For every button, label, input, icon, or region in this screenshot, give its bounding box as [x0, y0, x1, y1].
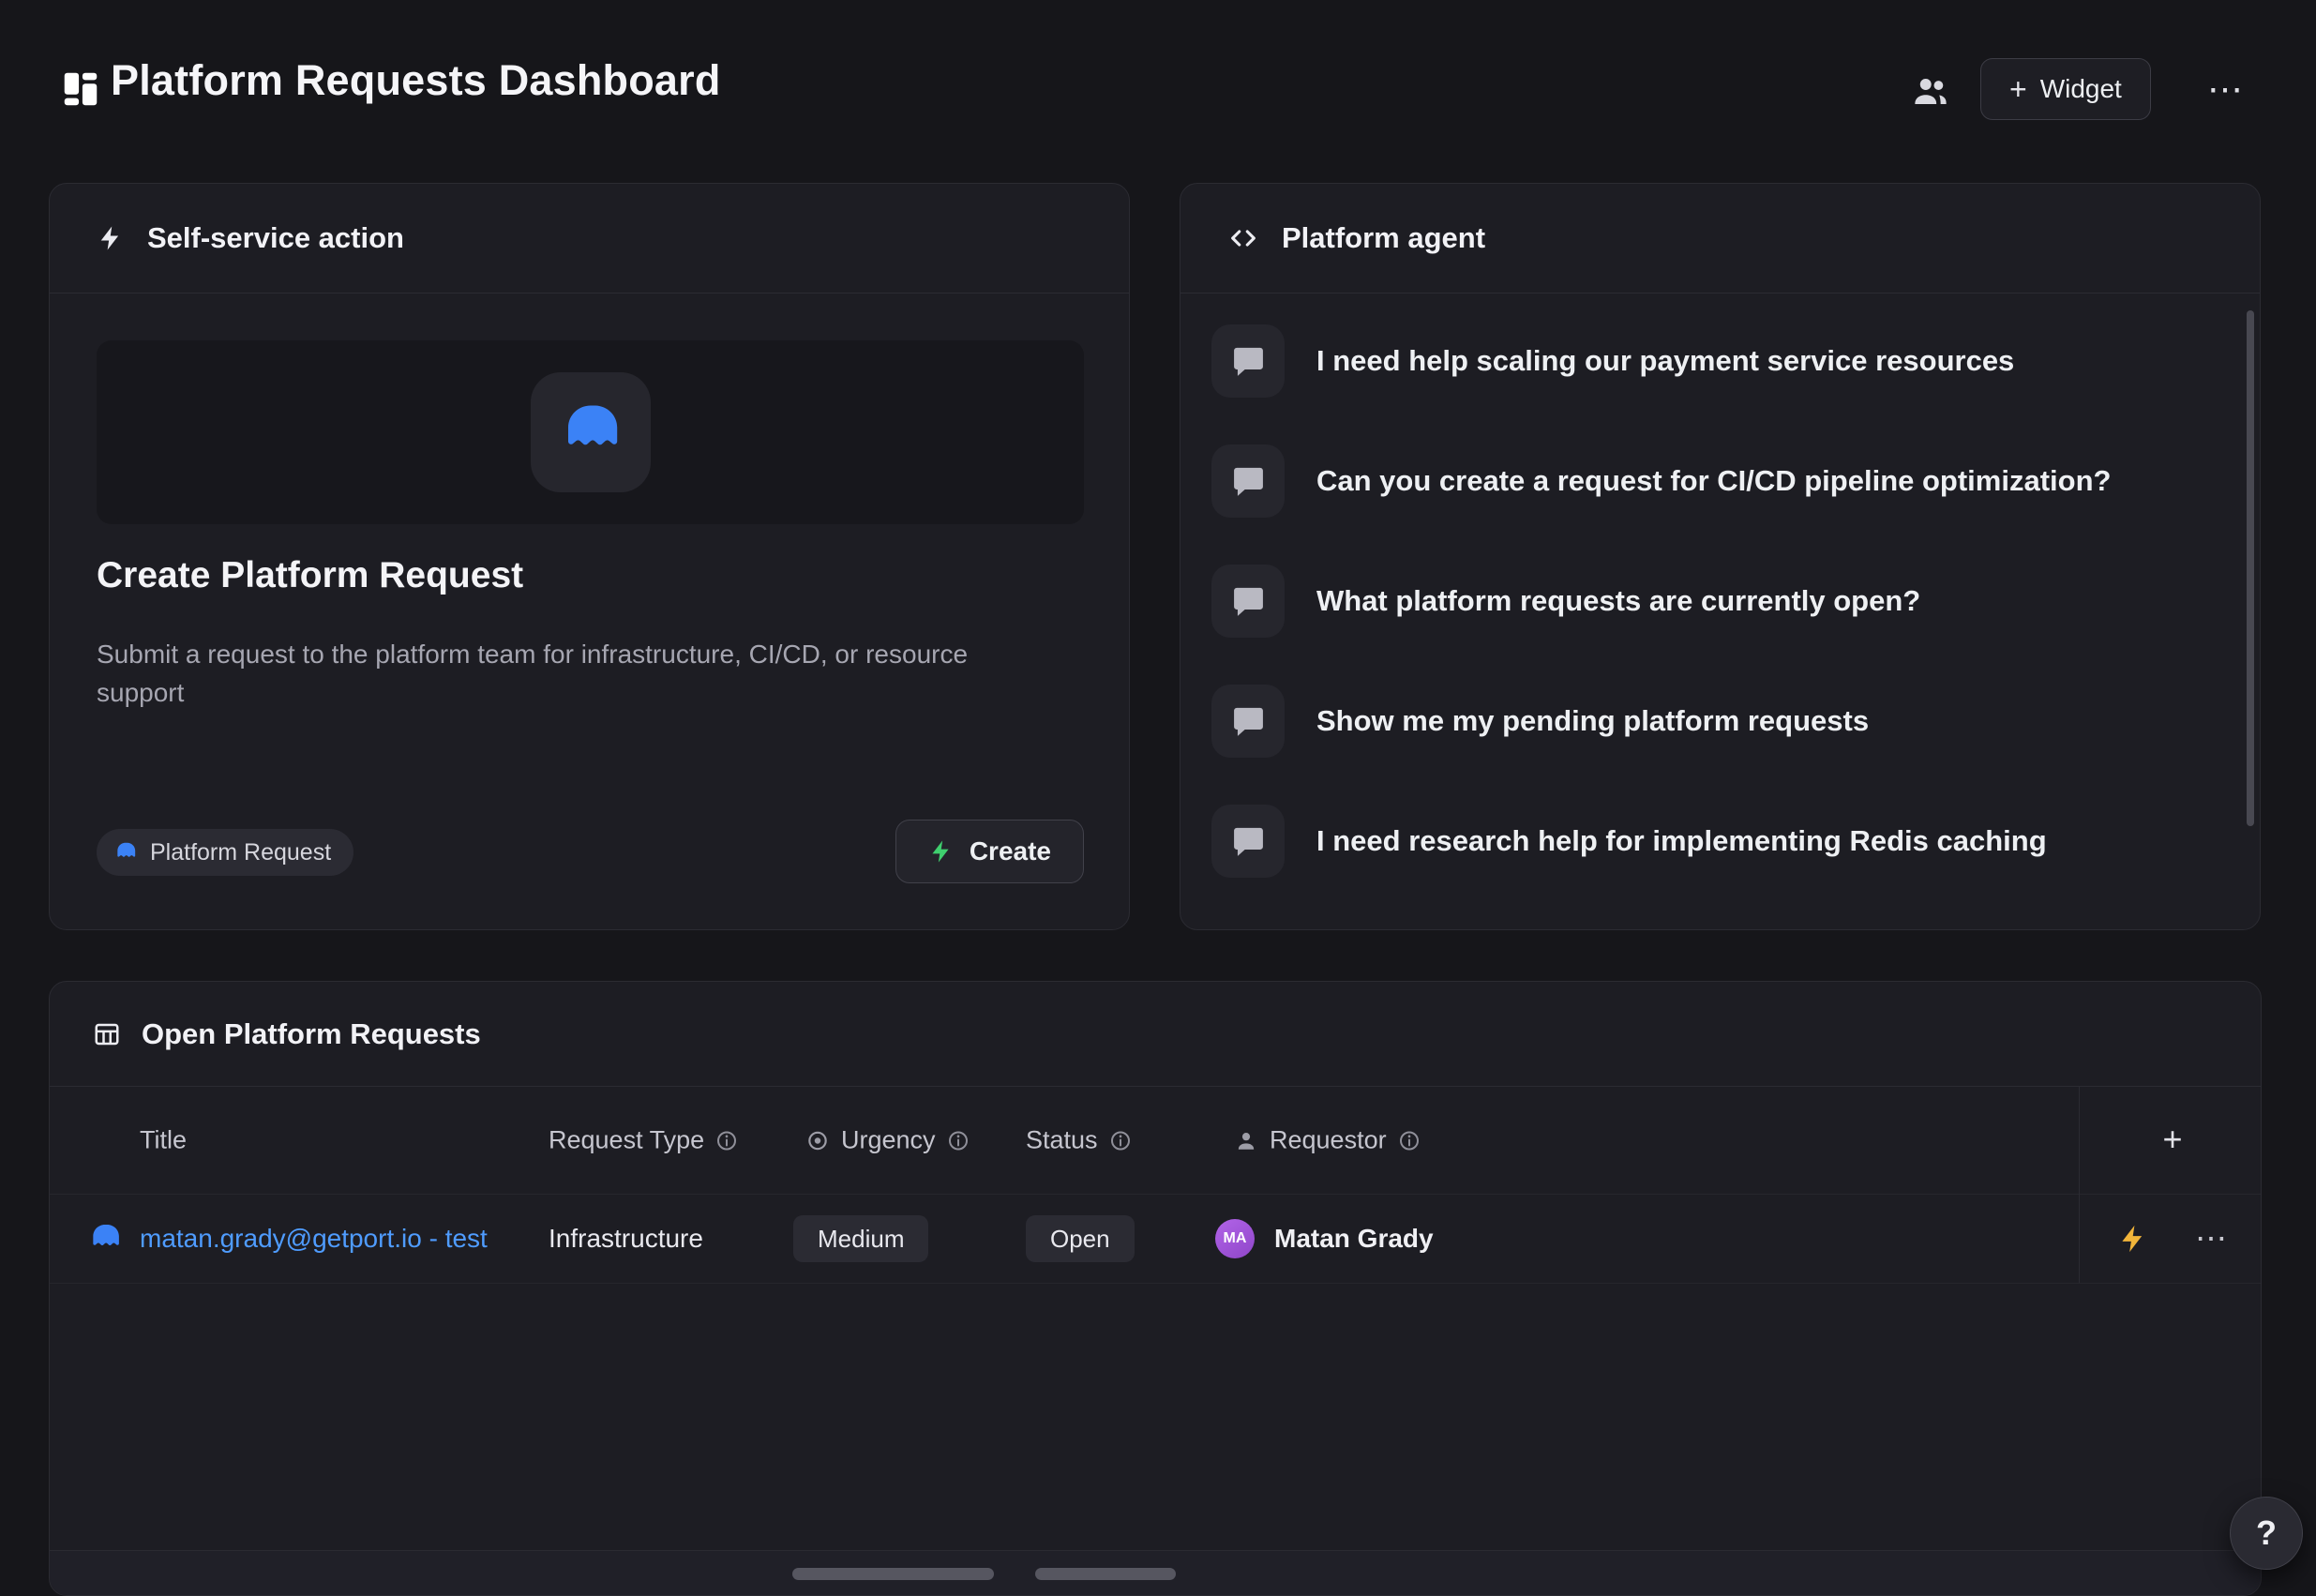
- agent-suggestion-text: What platform requests are currently ope…: [1316, 584, 1920, 618]
- add-column-button[interactable]: +: [2148, 1113, 2197, 1166]
- agent-suggestion-item[interactable]: Can you create a request for CI/CD pipel…: [1181, 421, 2260, 541]
- open-platform-requests-card: Open Platform Requests Title Request Typ…: [49, 981, 2262, 1596]
- action-type-badge: Platform Request: [97, 829, 353, 876]
- chat-bubble-icon: [1211, 805, 1285, 878]
- person-icon: [1234, 1128, 1258, 1152]
- column-header-request-type: Request Type: [549, 1126, 738, 1155]
- agent-suggestion-item[interactable]: What platform requests are currently ope…: [1181, 541, 2260, 661]
- action-preview-panel: [97, 340, 1084, 524]
- self-service-card-header: Self-service action: [50, 184, 1129, 294]
- chat-bubble-icon: [1211, 685, 1285, 758]
- info-icon[interactable]: [1398, 1129, 1421, 1152]
- horizontal-scrollbar-thumb[interactable]: [1035, 1568, 1176, 1580]
- ellipsis-icon: ⋯: [2195, 1220, 2227, 1257]
- horizontal-scrollbar-track: [50, 1550, 2261, 1595]
- agent-suggestion-text: I need research help for implementing Re…: [1316, 824, 2047, 858]
- info-icon[interactable]: [1109, 1129, 1132, 1152]
- request-title-link[interactable]: matan.grady@getport.io - test: [140, 1224, 488, 1254]
- column-label: Urgency: [841, 1126, 936, 1155]
- column-label: Request Type: [549, 1126, 704, 1155]
- table-column-header-row: Title Request Type Urgency Status Reques…: [50, 1087, 2261, 1195]
- chat-bubble-icon: [1211, 444, 1285, 518]
- self-service-card-title: Self-service action: [147, 221, 404, 255]
- create-button-label: Create: [970, 836, 1051, 866]
- self-service-action-card: Self-service action Create Platform Requ…: [49, 183, 1130, 930]
- agent-suggestion-item[interactable]: I need help scaling our payment service …: [1181, 301, 2260, 421]
- table-icon: [93, 1020, 121, 1048]
- agent-suggestion-text: Can you create a request for CI/CD pipel…: [1316, 464, 2111, 498]
- agent-suggestion-list: I need help scaling our payment service …: [1181, 294, 2260, 901]
- column-label: Requestor: [1270, 1126, 1387, 1155]
- column-header-title: Title: [140, 1126, 187, 1155]
- ellipsis-icon: ⋯: [2207, 68, 2243, 111]
- add-widget-button[interactable]: + Widget: [1980, 58, 2151, 120]
- info-icon[interactable]: [715, 1129, 738, 1152]
- status-badge: Open: [1026, 1215, 1135, 1262]
- column-header-status: Status: [1026, 1126, 1132, 1155]
- action-type-badge-label: Platform Request: [150, 839, 331, 866]
- requests-table-title: Open Platform Requests: [142, 1017, 481, 1051]
- add-widget-label: Widget: [2040, 74, 2122, 104]
- help-button[interactable]: ?: [2230, 1497, 2303, 1570]
- column-label: Title: [140, 1126, 187, 1155]
- target-icon: [805, 1128, 830, 1152]
- create-button[interactable]: Create: [895, 820, 1084, 883]
- requestor-name: Matan Grady: [1274, 1224, 1434, 1254]
- action-description: Submit a request to the platform team fo…: [97, 636, 1025, 712]
- shared-users-button[interactable]: [1903, 64, 1958, 118]
- agent-suggestion-text: I need help scaling our payment service …: [1316, 344, 2014, 378]
- row-menu-button[interactable]: ⋯: [2182, 1211, 2240, 1267]
- info-icon[interactable]: [947, 1129, 970, 1152]
- table-row: matan.grady@getport.io - test Infrastruc…: [50, 1195, 2261, 1284]
- run-action-lightning-icon[interactable]: [2117, 1223, 2149, 1255]
- octopus-icon: [557, 399, 624, 466]
- action-icon-tile: [531, 372, 651, 492]
- column-label: Status: [1026, 1126, 1098, 1155]
- platform-requests-dashboard: Platform Requests Dashboard + Widget ⋯ S…: [0, 0, 2316, 1596]
- octopus-icon: [113, 840, 138, 865]
- code-icon: [1227, 222, 1259, 254]
- page-title: Platform Requests Dashboard: [111, 56, 721, 105]
- chat-bubble-icon: [1211, 565, 1285, 638]
- requestor-avatar: MA: [1215, 1219, 1255, 1258]
- platform-agent-card-header: Platform agent: [1181, 184, 2260, 294]
- people-icon: [1911, 71, 1950, 111]
- plus-icon: +: [2009, 74, 2027, 104]
- urgency-badge: Medium: [793, 1215, 928, 1262]
- request-type-cell: Infrastructure: [549, 1224, 703, 1254]
- action-heading: Create Platform Request: [97, 555, 523, 596]
- agent-suggestion-item[interactable]: I need research help for implementing Re…: [1181, 781, 2260, 901]
- lightning-icon: [97, 224, 125, 252]
- dashboard-menu-button[interactable]: ⋯: [2196, 60, 2254, 118]
- platform-agent-card: Platform agent I need help scaling our p…: [1180, 183, 2261, 930]
- vertical-scrollbar[interactable]: [2247, 310, 2254, 826]
- horizontal-scrollbar-thumb[interactable]: [792, 1568, 994, 1580]
- lightning-icon: [928, 838, 955, 865]
- agent-suggestion-text: Show me my pending platform requests: [1316, 704, 1869, 738]
- column-header-urgency: Urgency: [805, 1126, 970, 1155]
- dashboard-logo-icon: [59, 68, 102, 111]
- platform-agent-card-title: Platform agent: [1282, 221, 1485, 255]
- chat-bubble-icon: [1211, 324, 1285, 398]
- octopus-icon: [87, 1221, 123, 1257]
- column-header-requestor: Requestor: [1234, 1126, 1421, 1155]
- requests-table-header: Open Platform Requests: [50, 982, 2261, 1087]
- agent-suggestion-item[interactable]: Show me my pending platform requests: [1181, 661, 2260, 781]
